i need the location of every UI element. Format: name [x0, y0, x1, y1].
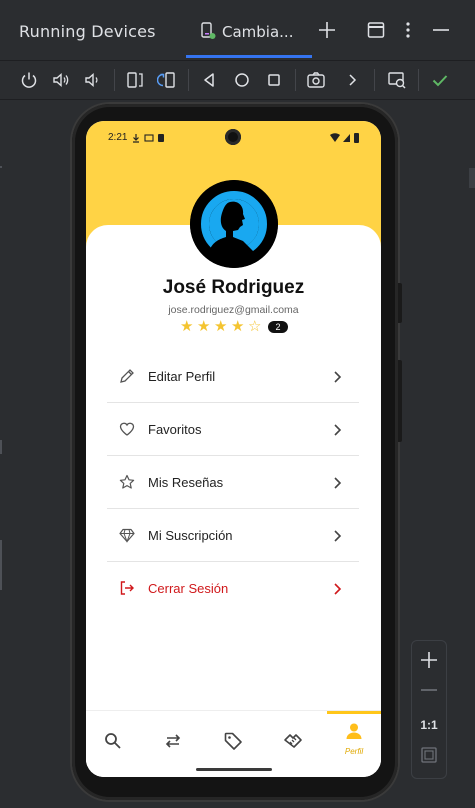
star-filled-icon: ★	[231, 317, 245, 335]
actual-size-button[interactable]: 1:1	[412, 718, 446, 732]
zoom-controls: 1:1	[411, 640, 447, 779]
more-options-icon[interactable]	[398, 20, 418, 40]
avatar[interactable]	[190, 180, 278, 268]
toolbar-divider	[0, 99, 475, 100]
swap-icon	[165, 734, 181, 748]
phone-screen: 2:21 José Rodriguez jose.rodriguez@gmail…	[86, 121, 381, 777]
edge-marker	[0, 440, 2, 454]
handshake-icon	[284, 734, 302, 748]
tag-icon	[224, 732, 242, 750]
screen-record-icon[interactable]	[387, 70, 407, 90]
nav-search[interactable]	[86, 711, 140, 767]
menu-item-reviews[interactable]: Mis Reseñas	[107, 456, 359, 509]
menu-item-logout[interactable]: Cerrar Sesión	[107, 562, 359, 615]
screenshot-icon[interactable]	[306, 70, 326, 90]
home-icon[interactable]	[232, 70, 252, 90]
device-tab[interactable]: Cambia...	[186, 0, 312, 60]
toolbar-separator	[295, 69, 296, 91]
review-count-badge: 2	[268, 321, 288, 333]
star-empty-icon: ☆	[248, 317, 262, 335]
chevron-right-icon	[334, 530, 342, 542]
system-status-icons	[330, 133, 359, 143]
menu-item-subscription[interactable]: Mi Suscripción	[107, 509, 359, 562]
profile-email: jose.rodriguez@gmail.coma	[168, 304, 299, 316]
power-icon[interactable]	[19, 70, 39, 90]
nav-profile-label: Perfil	[344, 747, 364, 756]
notification-icons	[133, 134, 164, 143]
front-camera	[225, 129, 241, 145]
edge-marker	[0, 540, 2, 590]
toolbar-separator	[188, 69, 189, 91]
toolbar-separator	[418, 69, 419, 91]
logout-icon	[120, 581, 134, 595]
star-filled-icon: ★	[197, 317, 211, 335]
menu-item-label: Mi Suscripción	[148, 528, 233, 543]
zoom-in-icon[interactable]	[420, 651, 438, 669]
chevron-right-icon	[334, 371, 342, 383]
tool-window-title: Running Devices	[19, 22, 156, 41]
device-side-button	[398, 283, 402, 323]
back-icon[interactable]	[199, 70, 219, 90]
menu-item-edit-profile[interactable]: Editar Perfil	[107, 350, 359, 403]
nav-deals[interactable]	[266, 711, 320, 767]
overview-icon[interactable]	[264, 70, 284, 90]
fit-screen-icon[interactable]	[421, 747, 437, 763]
device-tab-label: Cambia...	[222, 23, 294, 41]
diamond-icon	[119, 528, 135, 543]
emulator-toolbar	[0, 61, 475, 99]
chevron-right-icon	[334, 424, 342, 436]
menu-item-label: Editar Perfil	[148, 369, 216, 384]
status-time: 2:21	[108, 132, 128, 143]
edge-marker	[0, 166, 2, 168]
menu-item-label: Cerrar Sesión	[148, 581, 229, 596]
chevron-right-icon	[334, 477, 342, 489]
heart-icon	[119, 422, 135, 436]
nav-exchange[interactable]	[146, 711, 200, 767]
pencil-icon	[120, 369, 134, 383]
menu-item-favorites[interactable]: Favoritos	[107, 403, 359, 456]
toolbar-separator	[114, 69, 115, 91]
toolbar-separator	[374, 69, 375, 91]
star-icon	[119, 474, 135, 489]
active-tab-indicator	[186, 55, 312, 58]
avatar-silhouette-icon	[190, 180, 278, 268]
gesture-home-indicator[interactable]	[196, 768, 272, 771]
nav-profile[interactable]: Perfil	[327, 711, 381, 767]
rotate-right-icon[interactable]	[157, 70, 177, 90]
tool-window-header: Running Devices Cambia...	[0, 0, 475, 60]
star-filled-icon: ★	[214, 317, 228, 335]
bottom-navigation: Perfil	[86, 710, 381, 777]
volume-down-icon[interactable]	[82, 70, 102, 90]
person-icon	[346, 723, 362, 739]
menu-item-label: Mis Reseñas	[148, 475, 224, 490]
device-side-button	[398, 360, 402, 442]
zoom-out-icon[interactable]	[420, 681, 438, 699]
search-icon	[105, 733, 121, 749]
nav-offers[interactable]	[206, 711, 260, 767]
menu-item-label: Favoritos	[148, 422, 202, 437]
check-icon[interactable]	[430, 70, 450, 90]
profile-name: José Rodriguez	[162, 277, 305, 298]
device-tab-icon	[201, 22, 216, 39]
rotate-left-icon[interactable]	[125, 70, 145, 90]
minimize-icon[interactable]	[431, 20, 451, 40]
scroll-marker	[469, 168, 475, 188]
star-filled-icon: ★	[180, 317, 194, 335]
active-nav-indicator	[327, 711, 381, 714]
add-icon[interactable]	[317, 20, 337, 40]
window-layout-icon[interactable]	[366, 20, 386, 40]
volume-up-icon[interactable]	[51, 70, 71, 90]
chevron-right-icon	[334, 583, 342, 595]
more-arrow-icon[interactable]	[342, 70, 362, 90]
